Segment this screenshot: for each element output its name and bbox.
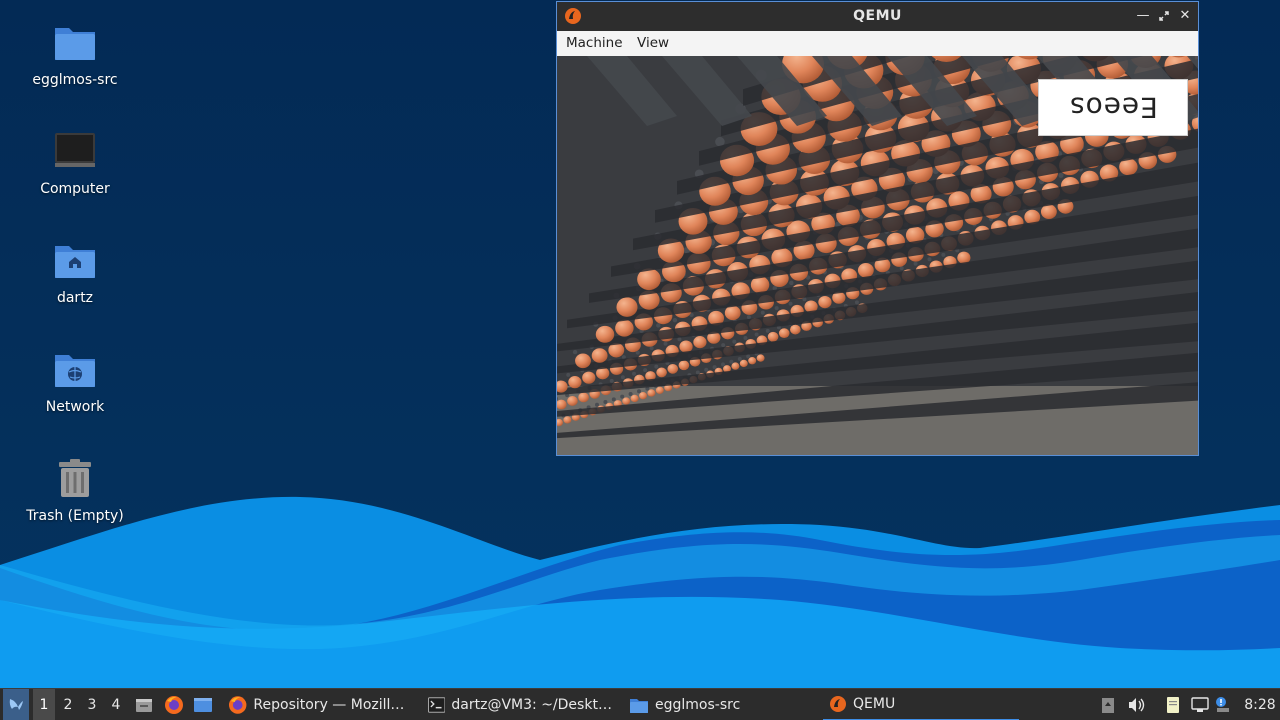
desktop-switch-1[interactable]: 1 <box>33 689 55 720</box>
network-folder-icon <box>55 355 95 387</box>
folder-icon <box>55 28 95 60</box>
tray-clipboard[interactable] <box>1162 689 1184 720</box>
desktop-icon <box>194 698 212 712</box>
show-desktop-launcher[interactable] <box>192 689 214 720</box>
network-icon <box>1191 697 1209 712</box>
maximize-icon[interactable] <box>1155 7 1173 25</box>
terminal-icon <box>428 697 446 713</box>
menu-machine[interactable]: Machine <box>566 35 623 51</box>
desktop-switch-4[interactable]: 4 <box>105 689 127 720</box>
task-label: dartz@VM3: ~/Deskto... <box>451 697 614 713</box>
minimize-icon[interactable]: — <box>1134 7 1152 25</box>
folder-icon <box>630 699 648 713</box>
notes-icon <box>1167 697 1179 713</box>
tray-network[interactable] <box>1189 689 1211 720</box>
window-titlebar[interactable]: QEMU — ✕ <box>557 2 1198 31</box>
guest-logo: Eeeos <box>1038 79 1188 136</box>
desktop-icon-label: Computer <box>40 181 110 197</box>
volume-icon <box>1129 698 1145 712</box>
trash-icon <box>59 459 91 497</box>
qemu-icon <box>830 696 846 712</box>
task-label: egglmos-src <box>655 697 741 713</box>
tray-updates[interactable] <box>1212 689 1234 720</box>
task-label: Repository — Mozilla ... <box>253 697 412 713</box>
tray-notifications[interactable] <box>1097 689 1119 720</box>
firefox-launcher[interactable] <box>163 689 185 720</box>
desktop-switch-3[interactable]: 3 <box>81 689 103 720</box>
firefox-icon <box>165 696 183 714</box>
file-manager-launcher[interactable] <box>133 689 155 720</box>
clipboard-tray-icon <box>1102 698 1114 713</box>
home-folder-icon <box>55 246 95 278</box>
guest-display[interactable]: Eeeos <box>557 56 1198 455</box>
file-manager-icon <box>136 699 152 712</box>
task-terminal[interactable]: dartz@VM3: ~/Deskto... <box>422 689 620 720</box>
tray-volume[interactable] <box>1125 689 1147 720</box>
menu-view[interactable]: View <box>637 35 669 51</box>
task-file-manager[interactable]: egglmos-src <box>623 689 819 720</box>
task-qemu[interactable]: QEMU <box>823 689 1019 720</box>
guest-logo-text: Eeeos <box>1068 91 1158 124</box>
desktop-icon-trash[interactable]: Trash (Empty) <box>15 452 135 552</box>
desktop-icon-egglmos-src[interactable]: egglmos-src <box>15 16 135 116</box>
desktop-icon-label: egglmos-src <box>32 72 118 88</box>
desktop-switch-2[interactable]: 2 <box>57 689 79 720</box>
taskbar: 1 2 3 4 Repository — Mozilla ... dartz@V… <box>0 688 1280 720</box>
window-menubar: Machine View <box>557 31 1198 56</box>
desktop-icon-computer[interactable]: Computer <box>15 125 135 225</box>
window-title: QEMU <box>853 8 902 24</box>
qemu-window[interactable]: QEMU — ✕ Machine View Eeeos <box>556 1 1199 456</box>
info-icon <box>1216 697 1229 712</box>
desktop-icon-label: Network <box>45 399 105 415</box>
start-menu-icon <box>9 699 23 710</box>
desktop-icon-network[interactable]: Network <box>15 343 135 443</box>
task-label: QEMU <box>853 696 896 712</box>
task-firefox[interactable]: Repository — Mozilla ... <box>222 689 418 720</box>
firefox-icon <box>228 696 247 714</box>
clock[interactable]: 8:28 <box>1242 689 1278 720</box>
desktop-icon-label: dartz <box>56 290 94 306</box>
desktop-icon-dartz[interactable]: dartz <box>15 234 135 334</box>
start-menu-button[interactable] <box>3 689 29 720</box>
computer-icon <box>55 133 95 167</box>
desktop-icon-label: Trash (Empty) <box>26 508 124 524</box>
close-icon[interactable]: ✕ <box>1176 7 1194 25</box>
